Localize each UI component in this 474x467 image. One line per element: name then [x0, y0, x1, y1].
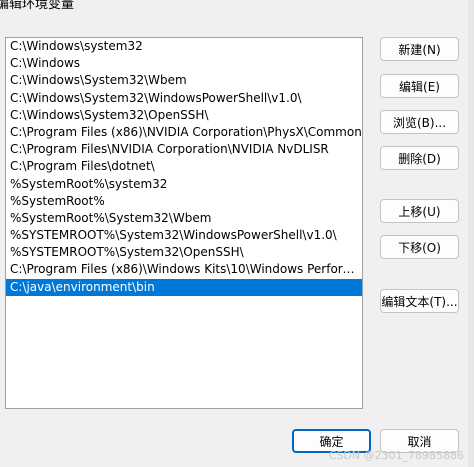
list-item[interactable]: %SystemRoot%\System32\Wbem: [6, 210, 362, 227]
list-item[interactable]: C:\Program Files (x86)\NVIDIA Corporatio…: [6, 124, 362, 141]
list-item[interactable]: %SystemRoot%: [6, 193, 362, 210]
new-button[interactable]: 新建(N): [380, 37, 459, 61]
list-item[interactable]: C:\Windows\System32\OpenSSH\: [6, 107, 362, 124]
window-title: 编辑环境变量: [0, 0, 75, 12]
list-item[interactable]: C:\Windows\system32: [6, 38, 362, 55]
list-item[interactable]: C:\Windows: [6, 55, 362, 72]
list-item[interactable]: %SYSTEMROOT%\System32\OpenSSH\: [6, 244, 362, 261]
edit-button[interactable]: 编辑(E): [380, 74, 459, 98]
list-item[interactable]: %SYSTEMROOT%\System32\WindowsPowerShell\…: [6, 227, 362, 244]
list-item[interactable]: C:\Program Files\dotnet\: [6, 158, 362, 175]
path-list[interactable]: C:\Windows\system32 C:\Windows C:\Window…: [5, 37, 363, 409]
list-item[interactable]: %SystemRoot%\system32: [6, 176, 362, 193]
move-down-button[interactable]: 下移(O): [380, 235, 459, 259]
browse-button[interactable]: 浏览(B)...: [380, 110, 459, 134]
list-item[interactable]: C:\Program Files (x86)\Windows Kits\10\W…: [6, 261, 362, 278]
delete-button[interactable]: 删除(D): [380, 146, 459, 170]
window-edge: [468, 0, 474, 467]
list-item[interactable]: C:\Windows\System32\WindowsPowerShell\v1…: [6, 90, 362, 107]
watermark: CSDN @2301_78985886: [328, 449, 464, 462]
list-item[interactable]: C:\Program Files\NVIDIA Corporation\NVID…: [6, 141, 362, 158]
edit-text-button[interactable]: 编辑文本(T)...: [380, 289, 459, 313]
list-item-selected[interactable]: C:\java\environment\bin: [6, 278, 362, 296]
move-up-button[interactable]: 上移(U): [380, 199, 459, 223]
list-item[interactable]: C:\Windows\System32\Wbem: [6, 72, 362, 89]
